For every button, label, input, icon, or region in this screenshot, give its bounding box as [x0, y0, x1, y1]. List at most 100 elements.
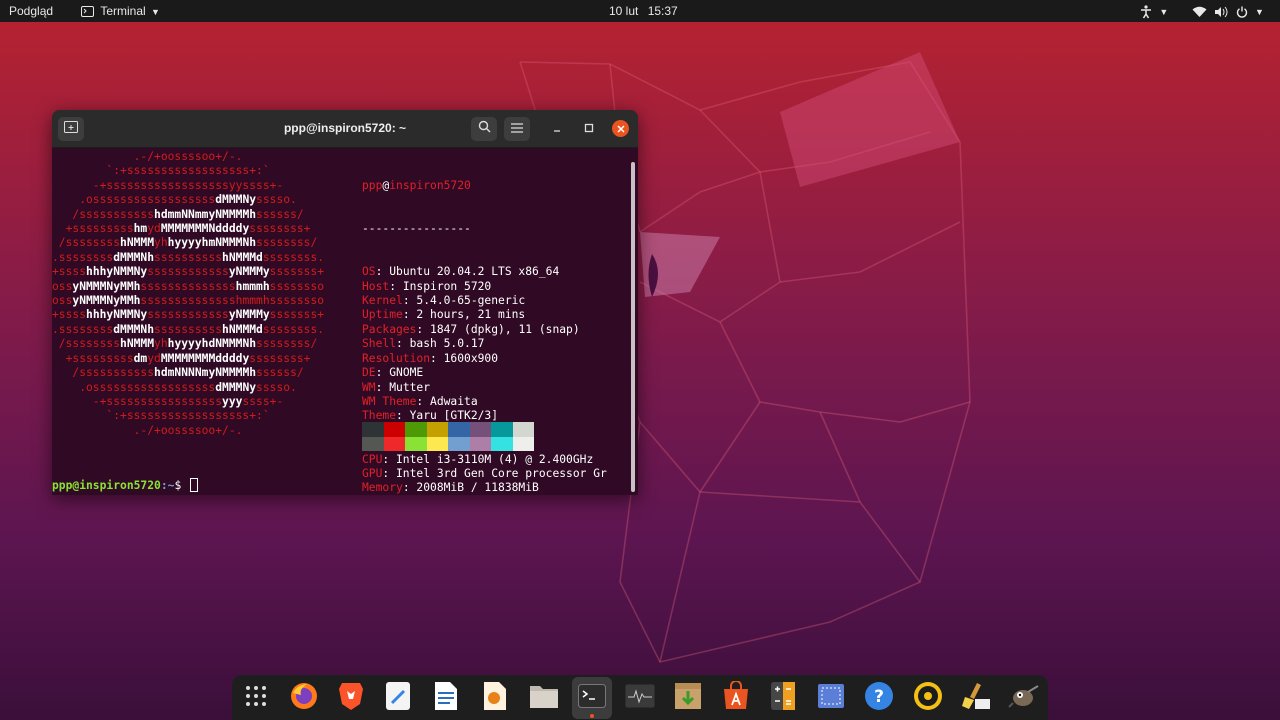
brave-icon: [338, 681, 364, 716]
dock-bleachbit[interactable]: [956, 678, 996, 718]
palette-swatch: [362, 436, 384, 451]
dock-archive-manager[interactable]: [668, 678, 708, 718]
close-icon: [616, 120, 625, 138]
info-key: Memory: [362, 481, 403, 495]
gimp-icon: [1008, 683, 1040, 714]
power-icon: [1236, 4, 1251, 18]
ascii-line: .ssssssssdMMMNhsssssssssshNMMMdssssssss.: [52, 250, 325, 264]
palette-swatch: [448, 436, 470, 451]
clock-date: 10 lut: [609, 4, 639, 18]
app-menu-label: Terminal: [100, 4, 146, 18]
show-apps-button[interactable]: [236, 678, 276, 718]
terminal-icon: [578, 683, 606, 713]
ascii-line: +sssshhhyNMMNyssssssssssssyNMMMysssssss+: [52, 265, 325, 279]
volume-icon: [1214, 4, 1231, 18]
close-button[interactable]: [612, 120, 629, 137]
dock-files[interactable]: [524, 678, 564, 718]
grid-icon: [245, 685, 267, 712]
dock-screenshot[interactable]: [811, 678, 851, 718]
palette-swatch: [383, 422, 405, 437]
palette-swatch: [512, 422, 534, 437]
ascii-line: .ossssssssssssssssssdMMMNysssso.: [52, 380, 297, 394]
speaker-icon: [913, 681, 943, 716]
new-tab-icon: [64, 120, 78, 138]
ascii-line: `:+ssssssssssssssssss+:`: [52, 409, 270, 423]
info-key: Resolution: [362, 351, 431, 365]
info-key: Packages: [362, 322, 417, 336]
minimize-button[interactable]: [549, 121, 565, 137]
dock-firefox[interactable]: [284, 678, 324, 718]
ascii-line: .ssssssssdMMMNhsssssssssshNMMMdssssssss.: [52, 322, 325, 336]
info-value: : Intel i3-3110M (4) @ 2.400GHz: [382, 452, 594, 466]
dock-gimp[interactable]: [1004, 678, 1044, 718]
system-menu[interactable]: ▼: [1192, 0, 1264, 22]
dock-brave[interactable]: [331, 678, 371, 718]
dock-system-monitor[interactable]: [620, 678, 660, 718]
ascii-line: ossyNMMMNyMMhsssssssssssssshmmmhssssssso: [52, 294, 325, 308]
dock-impress[interactable]: [475, 678, 515, 718]
info-key: DE: [362, 366, 376, 380]
info-value: : Yaru [GTK2/3]: [396, 409, 499, 423]
activities-button[interactable]: Podgląd: [9, 0, 53, 22]
info-separator: ----------------: [362, 222, 471, 236]
scrollbar[interactable]: [631, 162, 635, 492]
software-store-icon: [722, 679, 750, 716]
hamburger-menu-icon: [511, 120, 523, 138]
info-key: GPU: [362, 466, 383, 480]
cleaner-icon: [961, 681, 991, 716]
user-host-line: ppp@inspiron5720: [362, 179, 607, 193]
info-key: OS: [362, 265, 376, 279]
terminal-window[interactable]: ppp@inspiron5720: ~ .-/+oossssoo+/-. `:+…: [52, 110, 638, 495]
prompt-path: :~: [160, 479, 175, 492]
info-line: Host: Inspiron 5720: [362, 280, 607, 294]
maximize-button[interactable]: [581, 121, 597, 137]
info-key: WM: [362, 380, 376, 394]
search-button[interactable]: [471, 117, 497, 141]
terminal-headerbar[interactable]: ppp@inspiron5720: ~: [52, 110, 638, 148]
ascii-line: .ossssssssssssssssssdMMMNysssso.: [52, 193, 297, 207]
info-line: GPU: Intel 3rd Gen Core processor Gr: [362, 467, 607, 481]
info-line: OS: Ubuntu 20.04.2 LTS x86_64: [362, 265, 607, 279]
info-line: Kernel: 5.4.0-65-generic: [362, 294, 607, 308]
dock-software[interactable]: [716, 678, 756, 718]
terminal-app-icon: [81, 4, 97, 18]
dock-help[interactable]: ?: [859, 678, 899, 718]
info-line: Resolution: 1600x900: [362, 352, 607, 366]
dock-rhythmbox[interactable]: [908, 678, 948, 718]
dock-text-editor[interactable]: [378, 678, 418, 718]
dock: ?: [232, 675, 1048, 720]
ascii-line: `:+ssssssssssssssssss+:`: [52, 164, 270, 178]
dock-terminal[interactable]: [572, 677, 612, 719]
accessibility-menu[interactable]: ▼: [1140, 0, 1168, 22]
ascii-line: /ssssssssssshdmmNNmmyNMMMMhssssss/: [52, 207, 304, 221]
ascii-line: /sssssssshNMMMyhhyyyyhdNMMMNhssssssss/: [52, 337, 318, 351]
new-tab-button[interactable]: [58, 117, 84, 141]
palette-swatch: [426, 436, 448, 451]
info-value: : GNOME: [375, 366, 424, 380]
info-value: : bash 5.0.17: [396, 337, 485, 351]
clock[interactable]: 10 lut 15:37: [609, 0, 678, 22]
dock-calculator[interactable]: [763, 678, 803, 718]
text-editor-icon: [385, 681, 411, 716]
ascii-line: ossyNMMMNyMMhsssssssssssssshmmmhssssssso: [52, 279, 325, 293]
info-line: Packages: 1847 (dpkg), 11 (snap): [362, 323, 607, 337]
dock-writer[interactable]: [426, 678, 466, 718]
info-key: Kernel: [362, 294, 403, 308]
menu-button[interactable]: [504, 117, 530, 141]
terminal-output[interactable]: .-/+oossssoo+/-. `:+ssssssssssssssssss+:…: [52, 148, 632, 495]
ascii-line: +ssssssssshmydMMMMMMMNddddyssssssss+: [52, 222, 311, 236]
chevron-down-icon: ▼: [151, 7, 160, 17]
palette-swatch: [426, 422, 448, 437]
info-key: Host: [362, 279, 390, 293]
archive-download-icon: [673, 681, 703, 716]
clock-time: 15:37: [647, 4, 678, 18]
info-line: Memory: 2008MiB / 11838MiB: [362, 481, 607, 495]
ascii-line: +sssssssssdmydMMMMMMMMddddyssssssss+: [52, 351, 311, 365]
info-value: : Adwaita: [416, 394, 478, 408]
running-indicator: [590, 714, 594, 718]
palette-swatch: [469, 436, 491, 451]
info-value: : 2 hours, 21 mins: [402, 308, 526, 322]
info-line: Uptime: 2 hours, 21 mins: [362, 308, 607, 322]
shell-prompt[interactable]: ppp@inspiron5720:~$: [52, 478, 199, 493]
app-menu-button[interactable]: Terminal ▼: [81, 0, 160, 22]
